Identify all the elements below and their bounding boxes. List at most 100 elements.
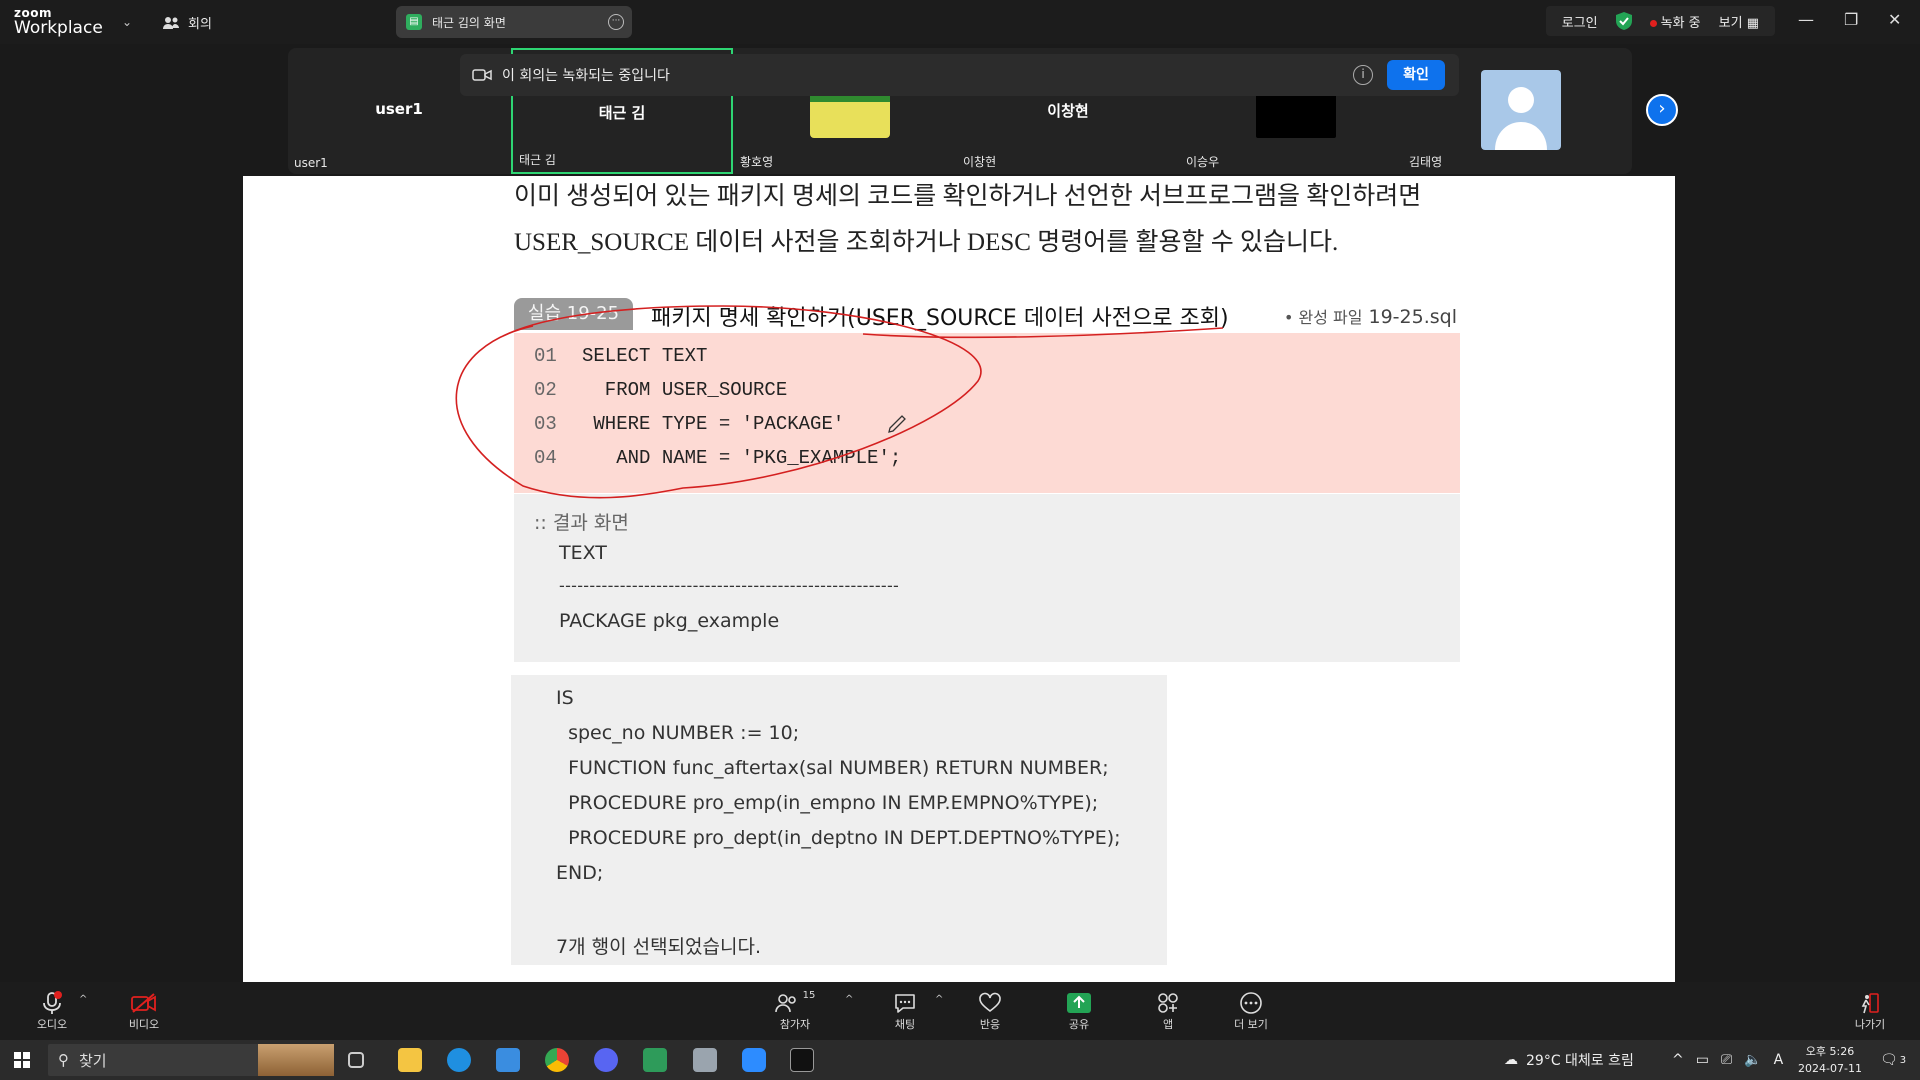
clock-date: 2024-07-11	[1798, 1062, 1862, 1075]
meeting-toolbar: 오디오 ^ 비디오 15 참가자 ^ 채팅 ^ 반응 공유 앱 더 보기 나가기	[0, 982, 1920, 1040]
display-icon[interactable]: ⎚	[1721, 1052, 1732, 1068]
audio-caret-icon[interactable]: ^	[79, 994, 87, 1005]
chevron-down-icon[interactable]: ⌄	[122, 15, 132, 29]
avatar[interactable]	[1481, 70, 1561, 150]
participants-button[interactable]: 15 참가자	[765, 990, 825, 1032]
view-label: 보기	[1718, 15, 1743, 31]
apps-icon	[1158, 993, 1178, 1013]
video-camera-icon	[472, 69, 492, 81]
person-silhouette-icon	[1495, 87, 1547, 150]
next-page-button[interactable]: ›	[1646, 94, 1678, 126]
notification-icon: 🗨	[1880, 1052, 1898, 1068]
file-explorer-icon[interactable]	[398, 1048, 422, 1072]
recording-banner: 이 회의는 녹화되는 중입니다 i 확인	[460, 54, 1459, 96]
participant-name: user1	[375, 100, 423, 118]
people-icon	[163, 16, 179, 29]
apps-label: 앱	[1162, 1018, 1174, 1031]
recording-label: 녹화 중	[1660, 15, 1701, 31]
app-icon[interactable]	[643, 1048, 667, 1072]
participants-caret-icon[interactable]: ^	[845, 994, 853, 1005]
reactions-button[interactable]: 반응	[960, 990, 1020, 1032]
share-title: 태근 김의 화면	[432, 15, 506, 30]
taskbar-search[interactable]: ⚲ 찾기	[48, 1044, 334, 1076]
task-view-icon[interactable]	[348, 1052, 364, 1068]
participant-label: 이창현	[963, 155, 997, 169]
chrome-icon[interactable]	[545, 1048, 569, 1072]
banner-text: 이 회의는 녹화되는 중입니다	[502, 68, 670, 84]
chevron-right-icon: ›	[1658, 98, 1666, 119]
meeting-label: 회의	[188, 17, 212, 32]
view-button[interactable]: 보기 ▦	[1719, 12, 1759, 31]
login-button[interactable]: 로그인	[1562, 12, 1598, 31]
minimize-icon[interactable]: —	[1798, 10, 1814, 29]
shared-screen: 이미 생성되어 있는 패키지 명세의 코드를 확인하거나 선언한 서브프로그램을…	[243, 176, 1675, 982]
search-icon: ⚲	[58, 1051, 69, 1069]
participant-label: 김태영	[1409, 155, 1443, 169]
audio-label: 오디오	[36, 1018, 68, 1031]
chat-label: 채팅	[894, 1018, 916, 1031]
reactions-label: 반응	[979, 1018, 1001, 1031]
network-icon[interactable]: ▭	[1696, 1052, 1709, 1068]
more-options-icon[interactable]: ···	[608, 14, 624, 30]
weather-icon: ☁	[1504, 1052, 1518, 1068]
notification-center[interactable]: 🗨 3	[1880, 1040, 1906, 1080]
share-button[interactable]: 공유	[1049, 990, 1109, 1032]
annotation-overlay	[455, 305, 1224, 499]
screen-share-pill[interactable]: ▤ 태근 김의 화면 ···	[396, 6, 632, 38]
tray-expand-icon[interactable]: ^	[1672, 1052, 1684, 1068]
annotation-ellipse	[455, 305, 982, 499]
more-button[interactable]: 더 보기	[1221, 990, 1281, 1032]
audio-button[interactable]: 오디오	[22, 990, 82, 1032]
chat-button[interactable]: 채팅	[875, 990, 935, 1032]
participants-icon	[774, 994, 796, 1013]
meeting-button[interactable]: 회의	[162, 13, 212, 32]
participant-label: user1	[294, 156, 328, 170]
more-label: 더 보기	[1234, 1018, 1268, 1031]
search-highlight-image	[258, 1044, 334, 1076]
logo-line2: Workplace	[14, 18, 103, 38]
discord-icon[interactable]	[594, 1048, 618, 1072]
confirm-button[interactable]: 확인	[1387, 60, 1445, 90]
clock-time: 오후 5:26	[1805, 1045, 1855, 1058]
participants-label: 참가자	[779, 1018, 811, 1031]
leave-label: 나가기	[1854, 1018, 1886, 1031]
apps-button[interactable]: 앱	[1138, 990, 1198, 1032]
volume-icon[interactable]: 🔈	[1744, 1052, 1761, 1068]
info-icon[interactable]: i	[1353, 65, 1373, 85]
leave-button[interactable]: 나가기	[1840, 990, 1900, 1032]
taskbar-clock[interactable]: 오후 5:26 2024-07-11	[1792, 1043, 1868, 1077]
shield-check-icon[interactable]	[1615, 12, 1632, 30]
green-share-icon: ▤	[406, 14, 422, 30]
ime-indicator[interactable]: A	[1774, 1052, 1784, 1068]
zoom-titlebar: zoom Workplace ⌄ 회의 ▤ 태근 김의 화면 ··· 로그인 녹…	[0, 0, 1920, 44]
windows-start-icon[interactable]	[14, 1052, 30, 1068]
video-off-icon	[131, 993, 156, 1013]
restore-icon[interactable]: ❐	[1844, 10, 1858, 29]
zoom-logo[interactable]: zoom Workplace	[14, 7, 103, 37]
system-tray: ^ ▭ ⎚ 🔈 A	[1672, 1040, 1783, 1080]
participant-label: 황호영	[740, 155, 774, 169]
top-right-controls: 로그인 녹화 중 보기 ▦	[1545, 6, 1775, 36]
recording-indicator[interactable]: 녹화 중	[1649, 12, 1701, 31]
store-icon[interactable]	[496, 1048, 520, 1072]
pen-cursor-icon	[888, 415, 906, 433]
terminal-icon[interactable]	[790, 1048, 814, 1072]
zoom-taskbar-icon[interactable]	[742, 1048, 766, 1072]
video-button[interactable]: 비디오	[114, 990, 174, 1032]
participant-label: 이승우	[1186, 155, 1220, 169]
search-label: 찾기	[79, 1051, 107, 1070]
notification-count: 3	[1899, 1054, 1907, 1066]
edge-icon[interactable]	[447, 1048, 471, 1072]
share-screen-icon	[1067, 993, 1091, 1013]
chat-caret-icon[interactable]: ^	[935, 994, 943, 1005]
heart-icon	[979, 992, 1001, 1013]
close-icon[interactable]: ✕	[1888, 10, 1901, 29]
weather-text: 29°C 대체로 흐림	[1526, 1053, 1634, 1069]
weather-widget[interactable]: ☁ 29°C 대체로 흐림	[1504, 1040, 1634, 1080]
participant-name: 태근 김	[598, 104, 646, 122]
leave-icon	[1861, 993, 1879, 1014]
chat-icon	[895, 994, 915, 1013]
notepad-icon[interactable]	[693, 1048, 717, 1072]
video-label: 비디오	[128, 1018, 160, 1031]
windows-taskbar: ⚲ 찾기 ☁ 29°C 대체로 흐림 ^ ▭ ⎚ 🔈 A 오후 5:26 202…	[0, 1040, 1920, 1080]
